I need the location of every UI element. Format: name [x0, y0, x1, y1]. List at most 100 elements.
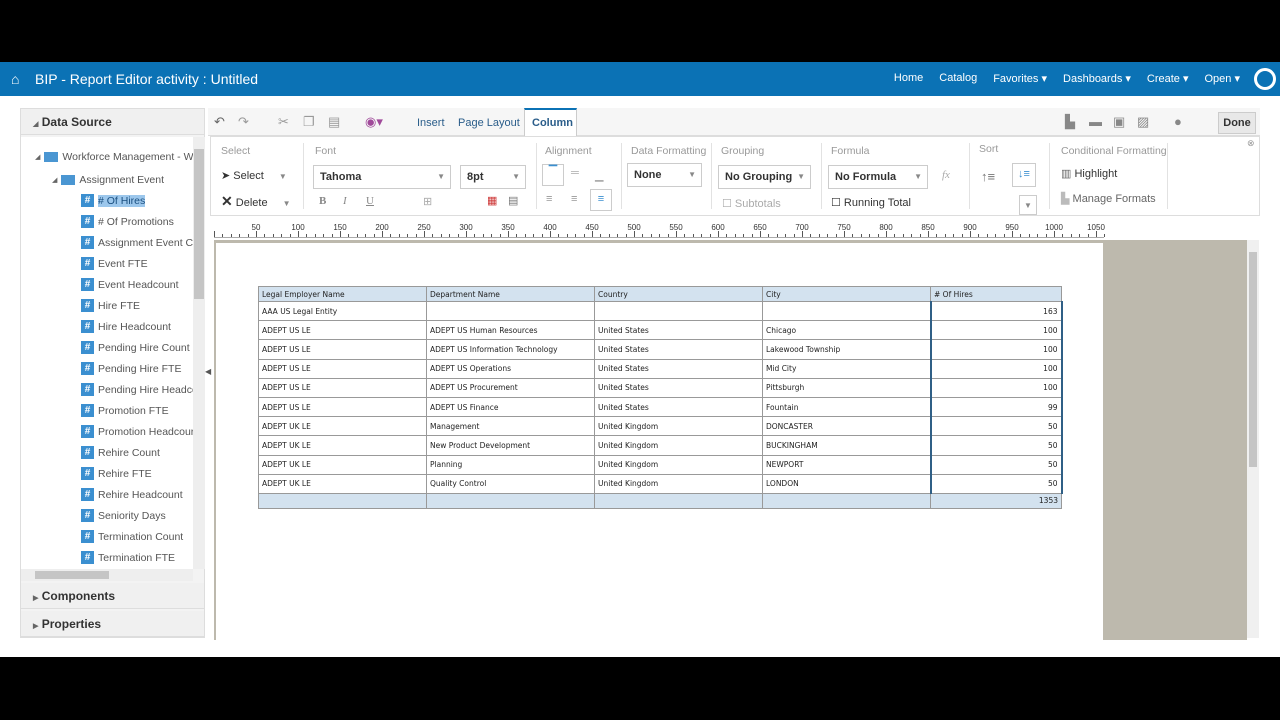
tree-item[interactable]: # Pending Hire Count	[81, 341, 190, 354]
new-icon[interactable]: ▙	[1065, 114, 1075, 130]
table-cell[interactable]: United Kingdom	[594, 435, 763, 456]
font-size-dropdown[interactable]: 8pt ▼	[460, 165, 526, 189]
border-icon[interactable]: ⊞	[423, 195, 432, 208]
table-cell[interactable]: Planning	[426, 454, 595, 475]
table-cell[interactable]: 163	[929, 300, 1063, 322]
components-header[interactable]: ▶ Components	[21, 583, 204, 609]
tree-item[interactable]: # Termination Count	[81, 530, 183, 543]
tab-insert[interactable]: Insert	[417, 117, 445, 129]
manage-formats-button[interactable]: ▙ Manage Formats	[1061, 192, 1156, 205]
table-cell[interactable]: 99	[929, 396, 1063, 418]
data-table[interactable]: Legal Employer Name Department Name Countr…	[258, 286, 1063, 509]
undo-icon[interactable]: ↶	[214, 114, 225, 130]
tree-item[interactable]: # Pending Hire FTE	[81, 362, 181, 375]
nav-create[interactable]: Create ▾	[1147, 72, 1189, 85]
table-cell[interactable]: United States	[594, 320, 763, 341]
running-total-checkbox[interactable]: ☐ Running Total	[831, 196, 911, 209]
table-cell[interactable]: Quality Control	[426, 473, 595, 494]
align-center-icon[interactable]: ≡	[571, 193, 577, 205]
table-cell[interactable]: ADEPT UK LE	[258, 416, 427, 437]
tree-folder-assignment-event[interactable]: ◢ Assignment Event	[52, 174, 164, 186]
tab-page-layout[interactable]: Page Layout	[458, 117, 520, 129]
select-button[interactable]: ➤ Select ▼	[221, 169, 287, 182]
data-formatting-dropdown[interactable]: None ▼	[627, 163, 702, 187]
font-color-icon[interactable]: ▤	[508, 194, 518, 207]
align-left-icon[interactable]: ≡	[546, 193, 552, 205]
table-cell[interactable]: United States	[594, 396, 763, 418]
table-cell[interactable]: 100	[929, 320, 1063, 341]
align-right-icon[interactable]: ≡	[590, 189, 612, 211]
tree-item[interactable]: # Event Headcount	[81, 278, 179, 291]
align-middle-icon[interactable]: ═	[571, 167, 579, 179]
table-cell[interactable]: ADEPT US LE	[258, 377, 427, 398]
grouping-dropdown[interactable]: No Grouping ▼	[718, 165, 811, 189]
column-header[interactable]: Department Name	[426, 286, 595, 302]
tree-root-folder[interactable]: ◢ Workforce Management - Wo	[35, 151, 193, 163]
tree-item[interactable]: # # Of Promotions	[81, 215, 174, 228]
user-avatar-icon[interactable]	[1254, 68, 1276, 90]
table-cell[interactable]: ADEPT UK LE	[258, 473, 427, 494]
tree-item[interactable]: # Promotion FTE	[81, 404, 169, 417]
cut-icon[interactable]: ✂	[278, 114, 289, 130]
tree-vertical-scrollbar[interactable]	[193, 137, 205, 569]
table-cell[interactable]: 100	[929, 339, 1063, 360]
tree-item[interactable]: # Termination FTE	[81, 551, 175, 564]
table-cell[interactable]: ADEPT US Procurement	[426, 377, 595, 398]
table-cell[interactable]: United States	[594, 358, 763, 379]
table-cell[interactable]: ADEPT US LE	[258, 358, 427, 379]
tab-column[interactable]: Column	[524, 108, 577, 136]
delete-button[interactable]: ✕ Delete ▼	[221, 193, 291, 210]
column-header[interactable]: City	[762, 286, 931, 302]
save-as-icon[interactable]: ▨	[1137, 114, 1149, 130]
table-cell[interactable]: Lakewood Township	[762, 339, 931, 360]
table-cell[interactable]: Fountain	[762, 396, 931, 418]
properties-header[interactable]: ▶ Properties	[21, 611, 204, 637]
table-cell[interactable]: AAA US Legal Entity	[258, 300, 427, 322]
open-folder-icon[interactable]: ▬	[1089, 114, 1102, 129]
table-cell[interactable]: 50	[929, 435, 1063, 456]
nav-open[interactable]: Open ▾	[1205, 72, 1241, 85]
column-header[interactable]: # Of Hires	[930, 286, 1062, 302]
tree-item[interactable]: # Hire Headcount	[81, 320, 171, 333]
highlight-button[interactable]: ▥ Highlight	[1061, 167, 1117, 180]
table-cell[interactable]: LONDON	[762, 473, 931, 494]
table-cell[interactable]: ADEPT US LE	[258, 396, 427, 418]
formula-dropdown[interactable]: No Formula ▼	[828, 165, 928, 189]
sort-options-dropdown[interactable]: ▼	[1019, 195, 1037, 215]
table-cell[interactable]: BUCKINGHAM	[762, 435, 931, 456]
tree-item[interactable]: # Rehire FTE	[81, 467, 152, 480]
tree-item[interactable]: # Event FTE	[81, 257, 148, 270]
column-header[interactable]: Legal Employer Name	[258, 286, 427, 302]
table-cell[interactable]: DONCASTER	[762, 416, 931, 437]
table-cell[interactable]: 100	[929, 358, 1063, 379]
table-cell[interactable]: United Kingdom	[594, 473, 763, 494]
table-cell[interactable]: United Kingdom	[594, 416, 763, 437]
table-cell[interactable]: ADEPT US LE	[258, 339, 427, 360]
table-cell[interactable]: Management	[426, 416, 595, 437]
table-cell[interactable]: ADEPT UK LE	[258, 435, 427, 456]
fx-button[interactable]: fx	[942, 169, 950, 181]
sort-ascending-icon[interactable]: ↑≡	[981, 169, 995, 184]
table-cell[interactable]: United Kingdom	[594, 454, 763, 475]
copy-icon[interactable]: ❐	[303, 114, 315, 130]
table-cell[interactable]: NEWPORT	[762, 454, 931, 475]
table-cell[interactable]	[426, 300, 595, 322]
table-cell[interactable]: ADEPT UK LE	[258, 454, 427, 475]
help-icon[interactable]: ●	[1174, 114, 1182, 129]
nav-catalog[interactable]: Catalog	[939, 72, 977, 85]
table-cell[interactable]: 50	[929, 454, 1063, 475]
paste-icon[interactable]: ▤	[328, 114, 340, 130]
tree-horizontal-scrollbar[interactable]	[21, 569, 193, 581]
table-cell[interactable]	[762, 300, 931, 322]
collapse-ribbon-icon[interactable]: ⊗	[1247, 138, 1255, 149]
table-cell[interactable]: ADEPT US LE	[258, 320, 427, 341]
tree-item[interactable]: # # Of Hires	[81, 194, 146, 207]
underline-button[interactable]: U	[366, 195, 374, 207]
collapse-sidebar-icon[interactable]: ◀	[205, 367, 211, 376]
canvas-vertical-scrollbar[interactable]	[1247, 240, 1259, 638]
tree-item[interactable]: # Promotion Headcour	[81, 425, 193, 438]
tree-item[interactable]: # Seniority Days	[81, 509, 166, 522]
table-cell[interactable]	[594, 300, 763, 322]
tree-item[interactable]: # Rehire Headcount	[81, 488, 183, 501]
data-source-header[interactable]: ◢ Data Source	[21, 109, 204, 135]
